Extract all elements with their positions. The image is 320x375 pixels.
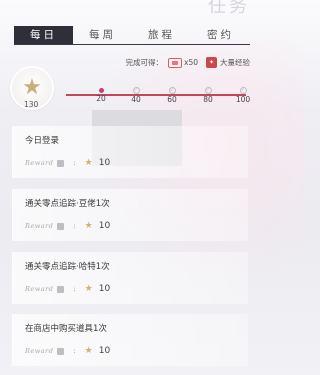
- check-icon: ✓: [132, 87, 140, 94]
- check-icon: ✓: [239, 87, 247, 94]
- milestone-label: 100: [235, 95, 251, 104]
- check-icon: ✓: [168, 87, 176, 94]
- gift-icon: [57, 347, 65, 355]
- milestone-40[interactable]: ✓ 40: [124, 87, 148, 104]
- milestone-60[interactable]: ✓ 60: [160, 87, 184, 104]
- reward-colon: :: [73, 285, 76, 293]
- task-card[interactable]: 通关零点追踪·豆佬1次 Reward : ★ 10: [12, 189, 248, 241]
- exp-label: 大量经验: [220, 58, 250, 67]
- reward-word: Reward: [25, 222, 54, 230]
- task-card[interactable]: 今日登录 Reward : ★ 10: [12, 126, 248, 178]
- completion-reward: 完成可得： x50 ✦ 大量经验: [126, 57, 250, 68]
- ticket-icon[interactable]: [168, 57, 183, 68]
- reward-label: 完成可得：: [125, 58, 164, 67]
- reward-points: 10: [98, 158, 111, 168]
- tab-secret[interactable]: 密约: [191, 26, 250, 44]
- milestone-dot: [98, 88, 104, 93]
- gift-icon: [57, 222, 65, 230]
- reward-points: 10: [98, 284, 111, 294]
- reward-word: Reward: [25, 285, 54, 293]
- star-icon: ★: [84, 284, 93, 294]
- reward-colon: :: [73, 347, 76, 355]
- task-name: 通关零点追踪·哈特1次: [25, 262, 110, 272]
- milestone-100[interactable]: ✓ 100: [231, 87, 255, 104]
- reward-points: 10: [98, 221, 111, 231]
- tab-divider: [14, 44, 250, 45]
- tab-bar: 每日 每周 旅程 密约: [14, 26, 250, 44]
- task-name: 通关零点追踪·豆佬1次: [25, 199, 110, 209]
- ticket-quantity: x50: [184, 58, 198, 67]
- task-reward: Reward : ★ 10: [25, 158, 110, 168]
- task-reward: Reward : ★ 10: [25, 346, 110, 356]
- task-name: 在商店中购买道具1次: [25, 324, 107, 334]
- star-icon: ★: [84, 221, 93, 231]
- exp-icon[interactable]: ✦: [206, 57, 217, 68]
- star-icon: ★: [22, 75, 42, 100]
- milestone-label: 80: [203, 95, 213, 104]
- milestone-label: 40: [131, 95, 141, 104]
- page-title: 任务: [208, 0, 250, 17]
- reward-word: Reward: [25, 159, 54, 167]
- task-card[interactable]: 在商店中购买道具1次 Reward : ★ 10: [12, 314, 248, 366]
- task-reward: Reward : ★ 10: [25, 284, 110, 294]
- star-icon: ★: [84, 158, 93, 168]
- reward-points: 10: [98, 346, 111, 356]
- gift-icon: [57, 159, 65, 167]
- reward-word: Reward: [25, 347, 54, 355]
- milestone-label: 60: [167, 95, 177, 104]
- milestone-20[interactable]: 20: [89, 87, 113, 103]
- tab-journey[interactable]: 旅程: [132, 26, 191, 44]
- task-name: 今日登录: [25, 136, 60, 146]
- task-card[interactable]: 通关零点追踪·哈特1次 Reward : ★ 10: [12, 252, 248, 304]
- star-icon: ★: [84, 346, 93, 356]
- milestone-80[interactable]: ✓ 80: [196, 87, 220, 104]
- reward-colon: :: [73, 159, 76, 167]
- reward-colon: :: [73, 222, 76, 230]
- milestone-label: 20: [96, 94, 106, 103]
- tab-daily[interactable]: 每日: [14, 26, 73, 44]
- tab-weekly[interactable]: 每周: [73, 26, 132, 44]
- check-icon: ✓: [204, 87, 212, 94]
- gift-icon: [57, 285, 65, 293]
- activity-value: 130: [24, 100, 39, 109]
- task-reward: Reward : ★ 10: [25, 221, 110, 231]
